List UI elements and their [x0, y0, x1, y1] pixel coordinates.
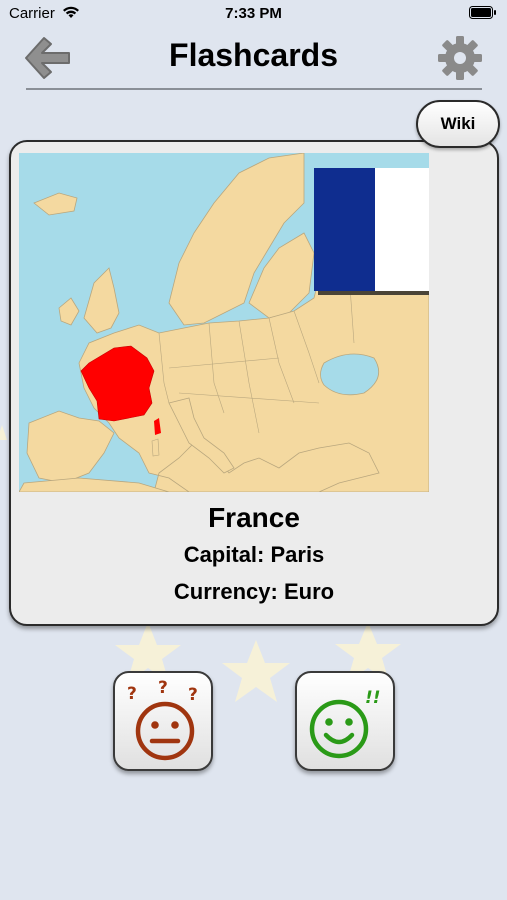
svg-text:?: ? [188, 685, 198, 705]
flag-france [314, 168, 429, 291]
nav-bar: Flashcards [0, 28, 507, 90]
flashcard: France Capital: Paris Currency: Euro [9, 140, 499, 626]
know-button[interactable]: !! [295, 671, 395, 771]
currency-info: Currency: Euro [173, 579, 335, 604]
svg-text:?: ? [158, 678, 168, 698]
svg-text:?: ? [127, 684, 137, 704]
dont-know-button[interactable]: ? ? ? [113, 671, 213, 771]
confused-face-icon: ? ? ? [127, 678, 198, 761]
status-time: 7:33 PM [225, 5, 282, 22]
status-bar: Carrier 7:33 PM [0, 0, 507, 28]
country-name: France [208, 502, 300, 533]
wiki-button[interactable]: Wiki [416, 100, 500, 148]
europe-map [19, 153, 429, 492]
battery-icon [469, 6, 496, 19]
nav-divider [26, 88, 482, 90]
page-title: Flashcards [169, 37, 338, 73]
settings-button[interactable] [437, 35, 483, 81]
flag [314, 168, 429, 291]
svg-text:!!: !! [365, 688, 381, 708]
gear-icon [438, 36, 482, 80]
happy-face-icon: !! [309, 688, 381, 759]
capital-info: Capital: Paris [183, 542, 325, 567]
